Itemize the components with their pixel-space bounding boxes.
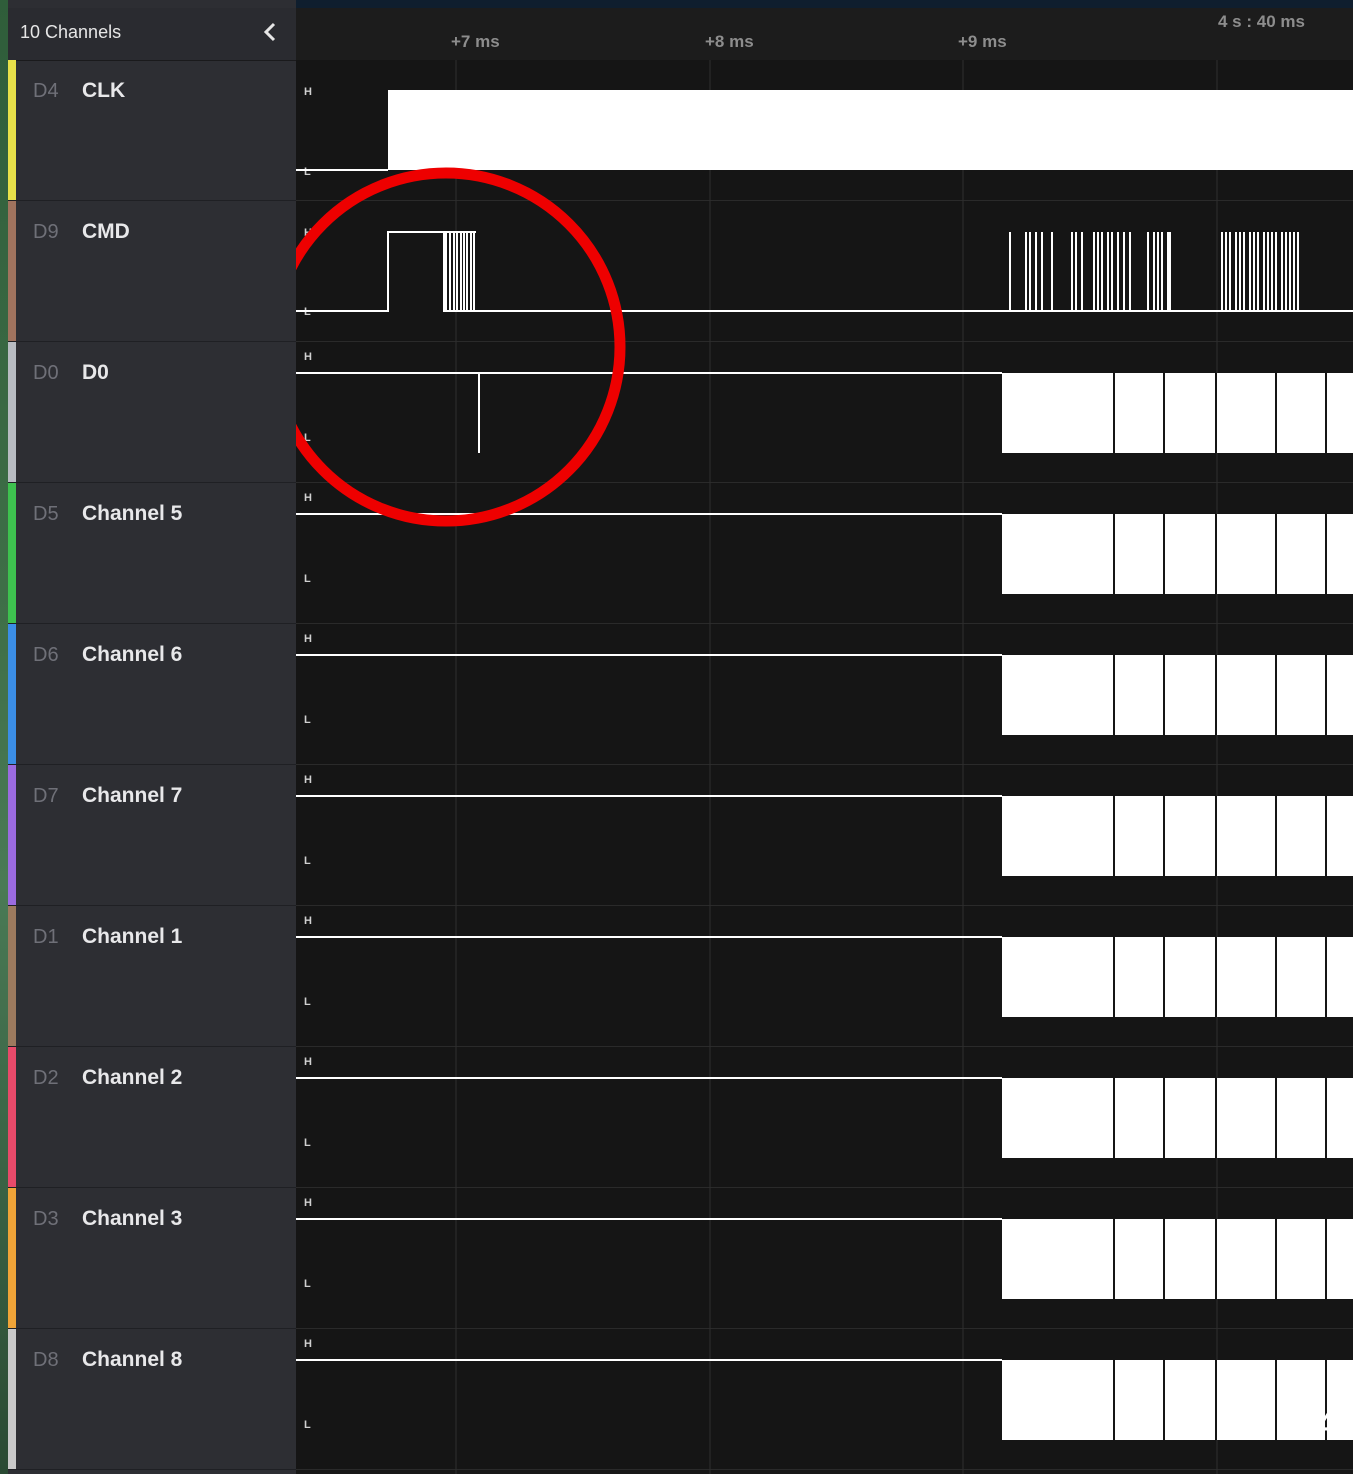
data-dense-block — [1002, 796, 1353, 876]
channel-row[interactable]: D4 CLK — [8, 60, 296, 201]
channel-row[interactable]: D9 CMD — [8, 201, 296, 342]
channel-color-bar — [8, 1047, 16, 1187]
channel-color-bar — [8, 1329, 16, 1469]
channel-color-bar — [8, 624, 16, 764]
channel-color-bar — [8, 342, 16, 482]
channel-name: CLK — [82, 79, 126, 102]
channel-color-bar — [8, 1188, 16, 1328]
channel-id: D2 — [33, 1067, 59, 1089]
timeline-top-strip — [296, 0, 1353, 8]
channel-name: Channel 1 — [82, 925, 183, 948]
channel-id: D5 — [33, 503, 59, 525]
channel-id: D0 — [33, 362, 59, 384]
channel-row[interactable]: D0 D0 — [8, 342, 296, 483]
logic-analyzer-window: 10 Channels D4 CLK D9 CMD D0 D0 D5 Channel 5 D6 C… — [0, 0, 1353, 1474]
tick-label: +7 ms — [451, 32, 500, 51]
channel-sidebar: 10 Channels D4 CLK D9 CMD D0 D0 D5 Channel 5 D6 C… — [0, 0, 296, 1474]
data-dense-block — [1002, 655, 1353, 735]
channel-row[interactable]: D8 Channel 8 — [8, 1329, 296, 1470]
waveform-overlay — [296, 60, 1353, 1474]
data-dense-block — [1002, 1219, 1353, 1299]
channel-name: Channel 6 — [82, 643, 183, 666]
sidebar-header: 10 Channels — [8, 8, 296, 61]
channel-name: CMD — [82, 220, 130, 243]
channel-id: D9 — [33, 221, 59, 243]
page-number: 14 — [1292, 1402, 1341, 1446]
clk-dense-block — [388, 90, 1353, 170]
channel-row[interactable]: D6 Channel 6 — [8, 624, 296, 765]
channel-id: D1 — [33, 926, 59, 948]
data-dense-block — [1002, 514, 1353, 594]
channel-name: Channel 8 — [82, 1348, 183, 1371]
red-circle-annotation — [296, 167, 626, 527]
channel-row[interactable]: D7 Channel 7 — [8, 765, 296, 906]
channel-color-bar — [8, 906, 16, 1046]
channel-name: Channel 3 — [82, 1207, 183, 1230]
data-dense-block — [1002, 937, 1353, 1017]
channel-color-bar — [8, 483, 16, 623]
channel-row[interactable]: D2 Channel 2 — [8, 1047, 296, 1188]
channel-id: D6 — [33, 644, 59, 666]
channel-id: D8 — [33, 1349, 59, 1371]
channel-name: Channel 2 — [82, 1066, 183, 1089]
channel-id: D3 — [33, 1208, 59, 1230]
channel-count-label: 10 Channels — [20, 22, 122, 42]
channel-name: Channel 7 — [82, 784, 183, 807]
channel-color-bar — [8, 201, 16, 341]
channel-name: D0 — [82, 361, 109, 384]
data-dense-block — [1002, 1078, 1353, 1158]
data-dense-block — [1002, 373, 1353, 453]
channel-id: D4 — [33, 80, 59, 102]
timeline-ruler[interactable]: +7 ms +8 ms +9 ms 4 s : 40 ms — [296, 0, 1353, 61]
chevron-left-icon[interactable] — [258, 18, 282, 46]
channel-row[interactable]: D5 Channel 5 — [8, 483, 296, 624]
channel-name: Channel 5 — [82, 502, 183, 525]
tick-label: +9 ms — [958, 32, 1007, 51]
background-strip — [0, 0, 8, 1474]
tick-label: +8 ms — [705, 32, 754, 51]
channel-row[interactable]: D3 Channel 3 — [8, 1188, 296, 1329]
channel-color-bar — [8, 765, 16, 905]
channel-id: D7 — [33, 785, 59, 807]
channel-row[interactable]: D1 Channel 1 — [8, 906, 296, 1047]
channel-color-bar — [8, 60, 16, 200]
absolute-time-label: 4 s : 40 ms — [1218, 12, 1305, 31]
